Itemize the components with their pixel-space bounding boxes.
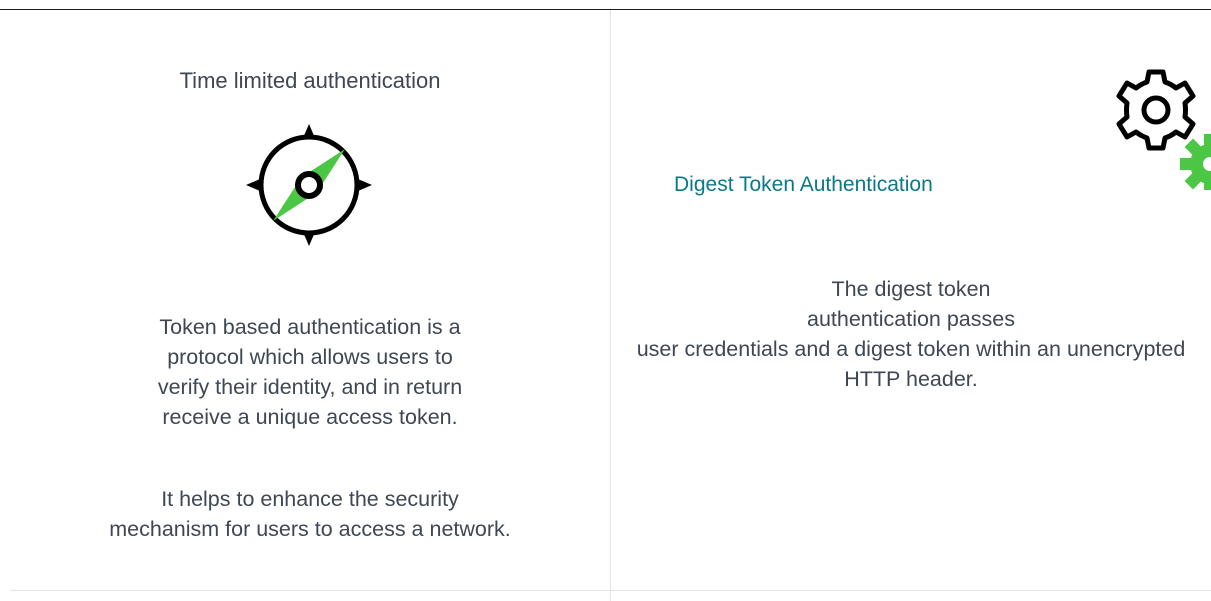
compass-icon: [244, 120, 374, 250]
right-panel-title: Digest Token Authentication: [674, 173, 933, 196]
left-panel-title: Time limited authentication: [179, 68, 441, 93]
right-panel-paragraph: The digest token authentication passes u…: [636, 277, 1186, 391]
bottom-divider-left: [10, 590, 610, 591]
top-divider: [0, 9, 1211, 10]
bottom-divider-right: [611, 590, 1211, 591]
left-panel-paragraph-1: Token based authentication is a protocol…: [157, 315, 463, 429]
left-panel-paragraph-2: It helps to enhance the security mechani…: [109, 487, 511, 541]
gear-icon: [1112, 66, 1211, 190]
page: Time limited authentication Token based …: [0, 0, 1211, 601]
